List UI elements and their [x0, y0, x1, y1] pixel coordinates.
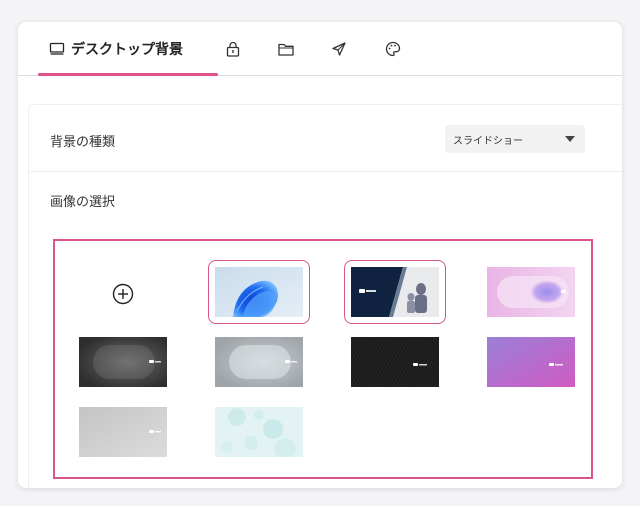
- tab-label: デスクトップ背景: [71, 41, 183, 58]
- chevron-down-icon: [565, 136, 575, 142]
- wallpaper-thumbnail[interactable]: [344, 260, 446, 324]
- wallpaper-thumbnail[interactable]: [487, 267, 575, 317]
- silver-gradient-image: [215, 337, 303, 387]
- divider: [29, 171, 622, 172]
- wallpaper-thumbnail[interactable]: [215, 407, 303, 460]
- wallpaper-thumbnail[interactable]: [208, 260, 310, 324]
- lavie-anime-image: [351, 267, 439, 317]
- settings-card: デスクトップ背景 背景の種類 スライドショー 画像の選択: [18, 22, 622, 488]
- wallpaper-thumbnail[interactable]: [79, 337, 167, 387]
- wallpaper-thumbnail[interactable]: [487, 337, 575, 387]
- wallpaper-thumbnail[interactable]: [351, 337, 439, 387]
- background-type-select[interactable]: スライドショー: [445, 125, 585, 153]
- plus-circle-icon: [112, 283, 134, 305]
- background-settings-panel: 背景の種類 スライドショー 画像の選択: [28, 104, 622, 488]
- image-select-label: 画像の選択: [50, 195, 116, 210]
- mint-bubbles-image: [215, 407, 303, 460]
- monitor-icon: [49, 42, 65, 56]
- lock-icon[interactable]: [224, 40, 242, 58]
- wallpaper-grid: [53, 239, 593, 479]
- black-texture-image: [351, 337, 439, 387]
- purple-gradient-image: [487, 337, 575, 387]
- send-icon[interactable]: [330, 40, 348, 58]
- folder-icon[interactable]: [277, 40, 295, 58]
- wallpaper-thumbnail[interactable]: [79, 407, 167, 457]
- light-gray-image: [79, 407, 167, 457]
- background-type-value: スライドショー: [453, 135, 523, 147]
- background-type-label: 背景の種類: [50, 135, 116, 150]
- wallpaper-thumbnail[interactable]: [215, 337, 303, 387]
- palette-icon[interactable]: [384, 40, 402, 58]
- dark-gray-gradient-image: [79, 337, 167, 387]
- tab-desktop-background[interactable]: デスクトップ背景: [38, 22, 218, 76]
- windows-bloom-image: [215, 267, 303, 317]
- add-image-button[interactable]: [112, 283, 134, 305]
- pink-gradient-image: [487, 267, 575, 317]
- tab-bar: デスクトップ背景: [18, 22, 622, 76]
